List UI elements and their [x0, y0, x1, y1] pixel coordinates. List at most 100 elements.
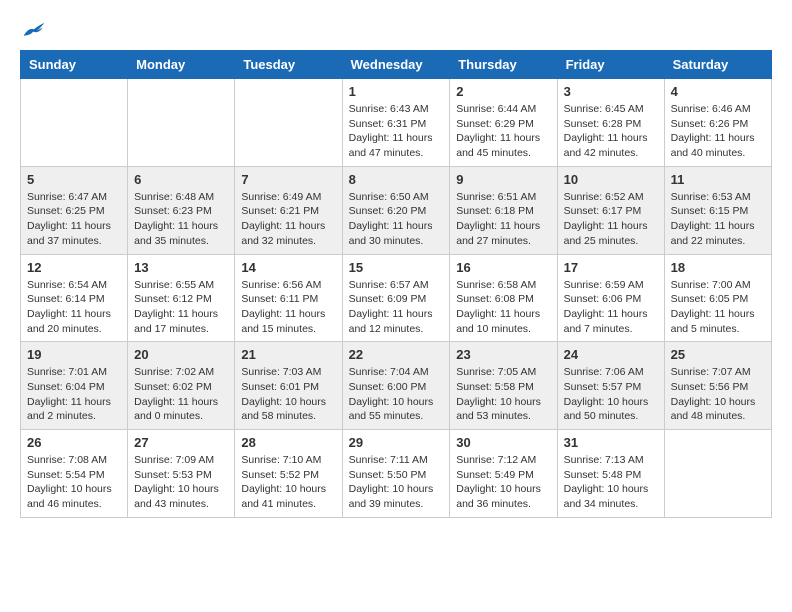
day-info: Sunrise: 6:45 AM Sunset: 6:28 PM Dayligh…	[564, 102, 658, 161]
day-number: 23	[456, 347, 550, 362]
day-info: Sunrise: 7:06 AM Sunset: 5:57 PM Dayligh…	[564, 365, 658, 424]
day-info: Sunrise: 6:49 AM Sunset: 6:21 PM Dayligh…	[241, 190, 335, 249]
day-info: Sunrise: 7:13 AM Sunset: 5:48 PM Dayligh…	[564, 453, 658, 512]
day-number: 26	[27, 435, 121, 450]
calendar-cell: 10Sunrise: 6:52 AM Sunset: 6:17 PM Dayli…	[557, 166, 664, 254]
day-number: 28	[241, 435, 335, 450]
day-number: 16	[456, 260, 550, 275]
calendar-cell: 14 Sunrise: 6:56 AM Sunset: 6:11 PM Dayli…	[235, 254, 342, 342]
day-number: 22	[349, 347, 444, 362]
calendar-cell: 2 Sunrise: 6:44 AM Sunset: 6:29 PM Daylig…	[450, 79, 557, 167]
calendar-cell: 4Sunrise: 6:46 AM Sunset: 6:26 PM Daylig…	[664, 79, 771, 167]
calendar-cell: 30 Sunrise: 7:12 AM Sunset: 5:49 PM Dayli…	[450, 430, 557, 518]
day-info: Sunrise: 7:01 AM Sunset: 6:04 PM Dayligh…	[27, 365, 121, 424]
calendar-week-row: 5 Sunrise: 6:47 AM Sunset: 6:25 PM Daylig…	[21, 166, 772, 254]
day-number: 3	[564, 84, 658, 99]
day-info: Sunrise: 7:09 AM Sunset: 5:53 PM Dayligh…	[134, 453, 228, 512]
day-number: 17	[564, 260, 658, 275]
day-info: Sunrise: 6:55 AM Sunset: 6:12 PM Dayligh…	[134, 278, 228, 337]
day-info: Sunrise: 6:47 AM Sunset: 6:25 PM Dayligh…	[27, 190, 121, 249]
day-info: Sunrise: 6:50 AM Sunset: 6:20 PM Dayligh…	[349, 190, 444, 249]
calendar-cell: 25 Sunrise: 7:07 AM Sunset: 5:56 PM Dayli…	[664, 342, 771, 430]
calendar-cell: 19 Sunrise: 7:01 AM Sunset: 6:04 PM Dayli…	[21, 342, 128, 430]
day-info: Sunrise: 6:56 AM Sunset: 6:11 PM Dayligh…	[241, 278, 335, 337]
day-header-thursday: Thursday	[450, 51, 557, 79]
calendar-cell	[235, 79, 342, 167]
day-number: 21	[241, 347, 335, 362]
day-info: Sunrise: 7:04 AM Sunset: 6:00 PM Dayligh…	[349, 365, 444, 424]
day-number: 24	[564, 347, 658, 362]
day-info: Sunrise: 6:54 AM Sunset: 6:14 PM Dayligh…	[27, 278, 121, 337]
calendar-cell: 21 Sunrise: 7:03 AM Sunset: 6:01 PM Dayli…	[235, 342, 342, 430]
calendar-table: SundayMondayTuesdayWednesdayThursdayFrid…	[20, 50, 772, 518]
day-number: 14	[241, 260, 335, 275]
day-number: 8	[349, 172, 444, 187]
day-number: 15	[349, 260, 444, 275]
day-number: 7	[241, 172, 335, 187]
day-header-wednesday: Wednesday	[342, 51, 450, 79]
day-number: 1	[349, 84, 444, 99]
logo-bird-icon	[22, 20, 46, 40]
calendar-cell: 6 Sunrise: 6:48 AM Sunset: 6:23 PM Daylig…	[128, 166, 235, 254]
calendar-cell: 20 Sunrise: 7:02 AM Sunset: 6:02 PM Dayli…	[128, 342, 235, 430]
calendar-cell	[128, 79, 235, 167]
calendar-cell: 22 Sunrise: 7:04 AM Sunset: 6:00 PM Dayli…	[342, 342, 450, 430]
day-info: Sunrise: 6:58 AM Sunset: 6:08 PM Dayligh…	[456, 278, 550, 337]
calendar-cell: 9Sunrise: 6:51 AM Sunset: 6:18 PM Daylig…	[450, 166, 557, 254]
day-info: Sunrise: 7:02 AM Sunset: 6:02 PM Dayligh…	[134, 365, 228, 424]
day-number: 2	[456, 84, 550, 99]
calendar-cell: 11Sunrise: 6:53 AM Sunset: 6:15 PM Dayli…	[664, 166, 771, 254]
calendar-cell: 1 Sunrise: 6:43 AM Sunset: 6:31 PM Daylig…	[342, 79, 450, 167]
day-header-saturday: Saturday	[664, 51, 771, 79]
day-number: 31	[564, 435, 658, 450]
day-number: 25	[671, 347, 765, 362]
calendar-cell: 31 Sunrise: 7:13 AM Sunset: 5:48 PM Dayli…	[557, 430, 664, 518]
day-info: Sunrise: 6:52 AM Sunset: 6:17 PM Dayligh…	[564, 190, 658, 249]
calendar-cell	[664, 430, 771, 518]
calendar-cell: 23 Sunrise: 7:05 AM Sunset: 5:58 PM Dayli…	[450, 342, 557, 430]
calendar-week-row: 19 Sunrise: 7:01 AM Sunset: 6:04 PM Dayli…	[21, 342, 772, 430]
day-header-monday: Monday	[128, 51, 235, 79]
day-info: Sunrise: 7:11 AM Sunset: 5:50 PM Dayligh…	[349, 453, 444, 512]
day-info: Sunrise: 7:10 AM Sunset: 5:52 PM Dayligh…	[241, 453, 335, 512]
day-info: Sunrise: 7:07 AM Sunset: 5:56 PM Dayligh…	[671, 365, 765, 424]
day-info: Sunrise: 6:43 AM Sunset: 6:31 PM Dayligh…	[349, 102, 444, 161]
day-number: 12	[27, 260, 121, 275]
day-number: 20	[134, 347, 228, 362]
calendar-cell: 16 Sunrise: 6:58 AM Sunset: 6:08 PM Dayli…	[450, 254, 557, 342]
day-info: Sunrise: 6:48 AM Sunset: 6:23 PM Dayligh…	[134, 190, 228, 249]
calendar-cell	[21, 79, 128, 167]
calendar-cell: 18 Sunrise: 7:00 AM Sunset: 6:05 PM Dayli…	[664, 254, 771, 342]
day-number: 5	[27, 172, 121, 187]
day-info: Sunrise: 6:44 AM Sunset: 6:29 PM Dayligh…	[456, 102, 550, 161]
day-info: Sunrise: 7:00 AM Sunset: 6:05 PM Dayligh…	[671, 278, 765, 337]
day-info: Sunrise: 7:03 AM Sunset: 6:01 PM Dayligh…	[241, 365, 335, 424]
logo	[20, 20, 46, 40]
calendar-cell: 5 Sunrise: 6:47 AM Sunset: 6:25 PM Daylig…	[21, 166, 128, 254]
day-number: 29	[349, 435, 444, 450]
page-header	[20, 20, 772, 40]
calendar-cell: 17Sunrise: 6:59 AM Sunset: 6:06 PM Dayli…	[557, 254, 664, 342]
day-number: 6	[134, 172, 228, 187]
day-header-sunday: Sunday	[21, 51, 128, 79]
calendar-cell: 15 Sunrise: 6:57 AM Sunset: 6:09 PM Dayli…	[342, 254, 450, 342]
day-header-friday: Friday	[557, 51, 664, 79]
day-number: 9	[456, 172, 550, 187]
calendar-cell: 8 Sunrise: 6:50 AM Sunset: 6:20 PM Daylig…	[342, 166, 450, 254]
calendar-week-row: 1 Sunrise: 6:43 AM Sunset: 6:31 PM Daylig…	[21, 79, 772, 167]
calendar-week-row: 12 Sunrise: 6:54 AM Sunset: 6:14 PM Dayli…	[21, 254, 772, 342]
calendar-cell: 29 Sunrise: 7:11 AM Sunset: 5:50 PM Dayli…	[342, 430, 450, 518]
day-info: Sunrise: 6:46 AM Sunset: 6:26 PM Dayligh…	[671, 102, 765, 161]
day-number: 19	[27, 347, 121, 362]
calendar-cell: 13Sunrise: 6:55 AM Sunset: 6:12 PM Dayli…	[128, 254, 235, 342]
day-number: 18	[671, 260, 765, 275]
day-header-tuesday: Tuesday	[235, 51, 342, 79]
calendar-cell: 7 Sunrise: 6:49 AM Sunset: 6:21 PM Daylig…	[235, 166, 342, 254]
day-number: 30	[456, 435, 550, 450]
calendar-cell: 12 Sunrise: 6:54 AM Sunset: 6:14 PM Dayli…	[21, 254, 128, 342]
day-number: 27	[134, 435, 228, 450]
day-info: Sunrise: 6:57 AM Sunset: 6:09 PM Dayligh…	[349, 278, 444, 337]
day-info: Sunrise: 7:05 AM Sunset: 5:58 PM Dayligh…	[456, 365, 550, 424]
day-info: Sunrise: 7:12 AM Sunset: 5:49 PM Dayligh…	[456, 453, 550, 512]
calendar-week-row: 26Sunrise: 7:08 AM Sunset: 5:54 PM Dayli…	[21, 430, 772, 518]
